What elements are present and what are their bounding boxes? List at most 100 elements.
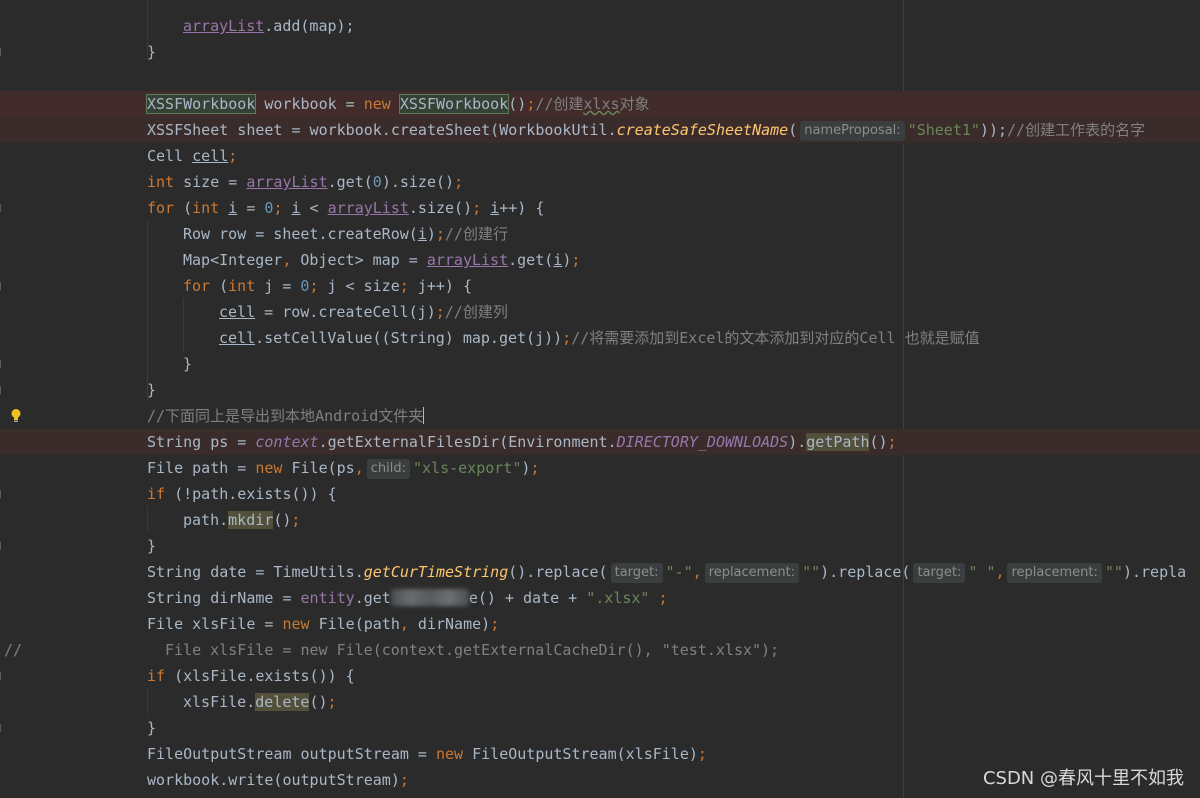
- variable-token: cell: [192, 147, 229, 165]
- code-line[interactable]: Map<Integer, Object> map = arrayList.get…: [0, 247, 1200, 273]
- semicolon-token: ;: [887, 433, 897, 451]
- code-token: ).repla: [1122, 563, 1187, 581]
- code-token: ): [562, 251, 572, 269]
- fold-marker[interactable]: [0, 204, 4, 212]
- line-content: cell.setCellValue((String) map.get(j));/…: [219, 325, 980, 351]
- variable-token: cell: [219, 329, 256, 347]
- code-token: (): [869, 433, 888, 451]
- code-line[interactable]: }: [0, 377, 1200, 403]
- variable-token: i: [490, 199, 500, 217]
- code-line-commented[interactable]: // File xlsFile = new File(context.getEx…: [0, 637, 1200, 663]
- string-token: "xls-export": [413, 459, 522, 477]
- semicolon-token: ;: [571, 251, 581, 269]
- brace-token: }: [147, 537, 157, 555]
- comment-token: //下面同上是导出到本地Android文件夹: [147, 407, 424, 425]
- code-token: (: [210, 277, 229, 295]
- comment-token: //创建: [535, 95, 584, 113]
- fold-marker[interactable]: [0, 386, 4, 394]
- code-line[interactable]: }: [0, 39, 1200, 65]
- semicolon-token: ;: [697, 745, 707, 763]
- fold-marker[interactable]: [0, 48, 4, 56]
- code-token: j < size: [318, 277, 400, 295]
- watermark: CSDN @春风十里不如我: [982, 768, 1184, 789]
- code-line[interactable]: arrayList.add(map);: [0, 13, 1200, 39]
- variable-token: arrayList: [183, 17, 265, 35]
- semicolon-token: ;: [526, 95, 536, 113]
- code-line[interactable]: String date = TimeUtils.getCurTimeString…: [0, 559, 1200, 585]
- parameter-hint: target:: [913, 563, 966, 583]
- fold-marker[interactable]: [0, 490, 4, 498]
- line-content: if (xlsFile.exists()) {: [147, 663, 355, 689]
- code-line[interactable]: }: [0, 533, 1200, 559]
- code-token: Cell: [147, 147, 193, 165]
- comment-typo-token: xlxs: [583, 95, 620, 113]
- code-line-error[interactable]: String ps = context.getExternalFilesDir(…: [0, 429, 1200, 455]
- code-token: (): [273, 511, 292, 529]
- code-token: j++) {: [408, 277, 472, 295]
- constant-token: DIRECTORY_DOWNLOADS: [616, 433, 789, 451]
- code-line[interactable]: if (xlsFile.exists()) {: [0, 663, 1200, 689]
- line-content: for (int j = 0; j < size; j++) {: [183, 273, 472, 299]
- code-line[interactable]: File path = new File(ps, child: "xls-expor…: [0, 455, 1200, 481]
- code-token: String dirName =: [147, 589, 301, 607]
- lightbulb-icon[interactable]: [10, 408, 22, 424]
- code-line[interactable]: Cell cell;: [0, 143, 1200, 169]
- code-token: workbook.write(outputStream): [147, 771, 400, 789]
- code-token: String ps =: [147, 433, 256, 451]
- line-content: for (int i = 0; i < arrayList.size(); i+…: [147, 195, 544, 221]
- fold-marker[interactable]: [0, 542, 4, 550]
- line-content: Cell cell;: [147, 143, 237, 169]
- code-line-current[interactable]: //下面同上是导出到本地Android文件夹: [0, 403, 1200, 429]
- code-line[interactable]: path.mkdir();: [0, 507, 1200, 533]
- keyword-token: for: [147, 199, 175, 217]
- parameter-hint: replacement:: [704, 563, 800, 583]
- comma-token: ,: [354, 459, 364, 477]
- code-line[interactable]: if (!path.exists()) {: [0, 481, 1200, 507]
- field-token: entity: [300, 589, 355, 607]
- comment-token: //创建工作表的名字: [1007, 121, 1146, 139]
- code-line[interactable]: for (int i = 0; i < arrayList.size(); i+…: [0, 195, 1200, 221]
- code-line[interactable]: for (int j = 0; j < size; j++) {: [0, 273, 1200, 299]
- fold-marker[interactable]: [0, 672, 4, 680]
- parameter-hint: child:: [366, 459, 410, 479]
- brace-token: }: [147, 381, 157, 399]
- brace-token: }: [147, 43, 157, 61]
- method-token-warning[interactable]: mkdir: [228, 511, 274, 529]
- redacted-region: [390, 589, 469, 606]
- code-line[interactable]: String dirName = entity.get e() + date + …: [0, 585, 1200, 611]
- code-line[interactable]: }: [0, 715, 1200, 741]
- commented-code: File xlsFile = new File(context.getExter…: [165, 641, 780, 659]
- code-line-error[interactable]: XSSFWorkbook workbook = new XSSFWorkbook…: [0, 91, 1200, 117]
- fold-marker[interactable]: [0, 360, 4, 368]
- type-token-highlighted[interactable]: XSSFWorkbook: [398, 94, 510, 114]
- line-content: }: [147, 533, 156, 559]
- code-token: XSSFSheet sheet = workbook.createSheet(W…: [147, 121, 617, 139]
- code-line[interactable]: }: [0, 351, 1200, 377]
- line-content: XSSFSheet sheet = workbook.createSheet(W…: [147, 117, 1145, 143]
- type-token-highlighted[interactable]: XSSFWorkbook: [145, 94, 257, 114]
- string-token: ".xlsx": [586, 589, 650, 607]
- line-content: xlsFile.delete();: [183, 689, 337, 715]
- brace-token: }: [183, 355, 193, 373]
- code-token: .add(map);: [264, 17, 355, 35]
- fold-marker[interactable]: [0, 282, 4, 290]
- code-token: dirName): [408, 615, 491, 633]
- fold-marker[interactable]: [0, 724, 4, 732]
- code-line[interactable]: cell = row.createCell(j);//创建列: [0, 299, 1200, 325]
- code-line[interactable]: Row row = sheet.createRow(i);//创建行: [0, 221, 1200, 247]
- line-content: workbook.write(outputStream);: [147, 767, 409, 793]
- code-line-error[interactable]: XSSFSheet sheet = workbook.createSheet(W…: [0, 117, 1200, 143]
- method-token-warning[interactable]: delete: [255, 693, 310, 711]
- code-line[interactable]: cell.setCellValue((String) map.get(j));/…: [0, 325, 1200, 351]
- code-editor[interactable]: arrayList.add(map); } XSSFWorkbook workb…: [0, 0, 1200, 798]
- code-line[interactable]: xlsFile.delete();: [0, 689, 1200, 715]
- method-token: getCurTimeString: [363, 563, 509, 581]
- brace-token: }: [147, 719, 157, 737]
- method-token-warning[interactable]: getPath: [806, 433, 870, 451]
- method-token: createSafeSheetName: [616, 121, 789, 139]
- code-line[interactable]: int size = arrayList.get(0).size();: [0, 169, 1200, 195]
- code-line[interactable]: File xlsFile = new File(path, dirName);: [0, 611, 1200, 637]
- code-token: (: [174, 199, 193, 217]
